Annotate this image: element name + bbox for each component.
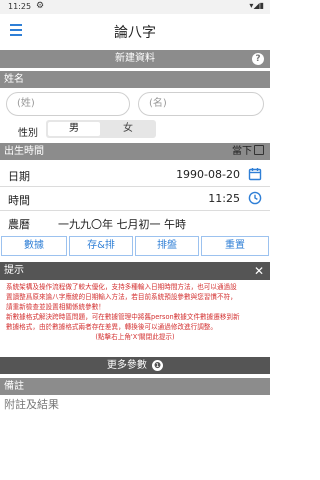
birth-section-label: 出生時間: [4, 146, 44, 157]
tip-line: 系統架構及操作流程做了較大優化，支持多種輸入日期時間方法，也可以通過設: [6, 283, 237, 291]
calendar-small-icon: [254, 145, 264, 155]
time-row[interactable]: 時間 11:25: [0, 188, 270, 210]
name-section-label: 姓名: [4, 74, 24, 85]
birth-section-header: 出生時間 當下: [0, 143, 270, 160]
tips-header: 提示 ✕: [0, 262, 270, 280]
more-params-label: 更多參數: [106, 360, 147, 371]
tip-line: 數據格式，由於數據格式兩者存在差異，轉換後可以通過修改進行調整。: [6, 323, 217, 331]
lunar-value: 一九九〇年 七月初一 午時: [58, 218, 186, 231]
status-icons: ▾◢▮: [249, 1, 264, 10]
lunar-row: 農曆 一九九〇年 七月初一 午時: [0, 212, 270, 234]
tip-close-hint: (點擊右上角'X'關閉此提示): [95, 333, 175, 341]
settings-status-icon: ⚙: [36, 1, 45, 11]
app-title: 論八字: [114, 25, 156, 41]
given-name-input[interactable]: (名): [138, 92, 264, 116]
help-icon[interactable]: ?: [252, 53, 264, 65]
name-section-header: 姓名: [0, 71, 270, 88]
more-params-bar[interactable]: 更多參數 ❶: [0, 357, 270, 374]
new-data-label: 新建資料: [115, 53, 155, 64]
gender-female-option[interactable]: 女: [102, 122, 154, 136]
time-value[interactable]: 11:25: [208, 192, 240, 205]
status-time: 11:25: [8, 2, 32, 11]
close-tips-icon[interactable]: ✕: [254, 262, 264, 280]
lunar-label: 農曆: [8, 218, 30, 231]
surname-input[interactable]: (姓): [6, 92, 130, 116]
chart-button[interactable]: 排盤: [135, 236, 199, 256]
tip-line: 請重新檢查並設置相關係統參數！: [6, 303, 105, 311]
tips-label: 提示: [4, 265, 24, 276]
time-label: 時間: [8, 194, 30, 207]
date-row[interactable]: 日期 1990-08-20: [0, 164, 270, 186]
calendar-icon[interactable]: [248, 167, 262, 181]
gender-toggle: 男 女: [46, 120, 156, 138]
divider: [0, 186, 270, 187]
app-bar: 論八字: [0, 14, 270, 48]
new-data-bar: 新建資料 ?: [0, 50, 270, 68]
now-label: 當下: [232, 146, 252, 157]
notes-input[interactable]: 附註及結果: [4, 396, 59, 412]
clock-icon[interactable]: [248, 191, 262, 205]
notes-header: 備註: [0, 378, 270, 395]
date-value[interactable]: 1990-08-20: [176, 168, 240, 181]
more-params-badge: ❶: [152, 360, 164, 371]
date-label: 日期: [8, 170, 30, 183]
tip-line: 置讀整爲原來論八字應統的日期輸入方法，若目前系統預設參數與您習慣不符，: [6, 293, 237, 301]
gender-male-option[interactable]: 男: [48, 122, 100, 136]
gender-label: 性別: [18, 128, 38, 139]
notes-label: 備註: [4, 381, 24, 392]
data-button[interactable]: 數據: [1, 236, 67, 256]
tip-line: 新數據格式解決跨時區問題，可在數據管理中將舊person數據文件數據遷移到新: [6, 313, 240, 321]
divider: [0, 210, 270, 211]
reset-button[interactable]: 重置: [201, 236, 269, 256]
status-bar: 11:25 ⚙ ▾◢▮: [0, 0, 270, 14]
save-chart-button[interactable]: 存&排: [69, 236, 133, 256]
now-button[interactable]: 當下: [232, 143, 264, 160]
tips-content: 系統架構及操作流程做了較大優化，支持多種輸入日期時間方法，也可以通過設 置讀整爲…: [0, 280, 270, 354]
